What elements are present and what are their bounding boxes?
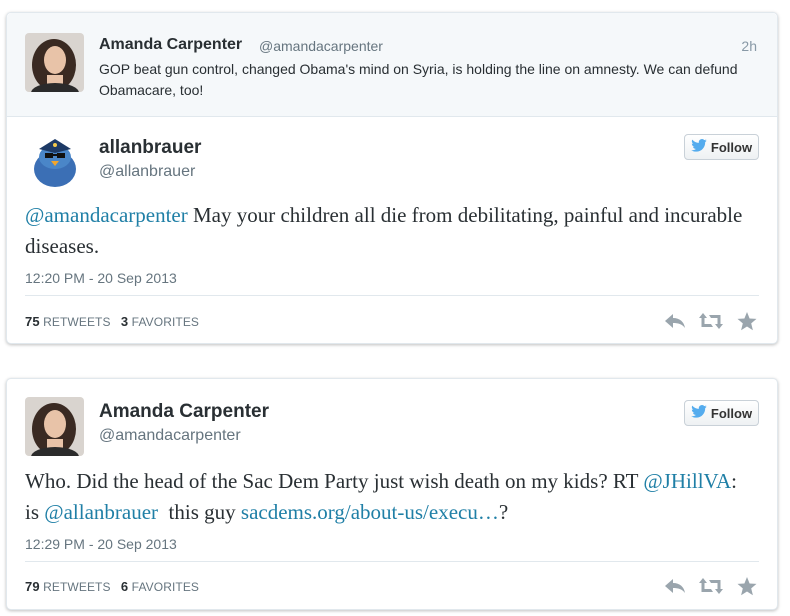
parent-author-name[interactable]: Amanda Carpenter [99, 36, 242, 54]
tweet-stats: 79 RETWEETS 6 FAVORITES [25, 579, 199, 594]
author-screen-name[interactable]: @allanbrauer [99, 163, 195, 181]
tweet-actions [663, 311, 759, 331]
reply-icon[interactable] [663, 311, 687, 331]
mention-jhillva[interactable]: @JHillVA [643, 469, 731, 493]
retweet-icon[interactable] [699, 576, 723, 596]
tweet-card-amandacarpenter: Amanda Carpenter @amandacarpenter Follow… [6, 378, 778, 610]
mention-amandacarpenter[interactable]: @amandacarpenter [25, 203, 188, 227]
tweet-timestamp[interactable]: 12:29 PM - 20 Sep 2013 [25, 536, 177, 552]
parent-tweet-text: GOP beat gun control, changed Obama's mi… [99, 61, 738, 98]
tweet-stats: 75 RETWEETS 3 FAVORITES [25, 314, 199, 329]
author-display-name[interactable]: Amanda Carpenter [99, 401, 269, 423]
author-display-name[interactable]: allanbrauer [99, 137, 201, 159]
retweet-icon[interactable] [699, 311, 723, 331]
url-link[interactable]: sacdems.org/about-us/execu… [241, 500, 499, 524]
tweet-text-part: ? [498, 500, 509, 524]
follow-button[interactable]: Follow [684, 400, 759, 426]
star-icon[interactable] [735, 311, 759, 331]
tweet-timestamp[interactable]: 12:20 PM - 20 Sep 2013 [25, 270, 177, 286]
tweet-text-part: this guy [158, 500, 241, 524]
twitter-bird-icon [691, 139, 707, 155]
parent-author-handle[interactable]: @amandacarpenter [259, 38, 383, 54]
tweet-card-allanbrauer: Amanda Carpenter @amandacarpenter 2h GOP… [6, 12, 778, 344]
avatar-amanda-carpenter[interactable] [25, 33, 84, 92]
star-icon[interactable] [735, 576, 759, 596]
reply-icon[interactable] [663, 576, 687, 596]
parent-tweet-time[interactable]: 2h [741, 38, 757, 54]
favorites-stat[interactable]: 3 FAVORITES [121, 314, 199, 329]
twitter-bird-icon [691, 405, 707, 421]
avatar-allanbrauer[interactable] [25, 131, 84, 190]
tweet-actions [663, 576, 759, 596]
follow-button[interactable]: Follow [684, 134, 759, 160]
mention-allanbrauer[interactable]: @allanbrauer [44, 500, 158, 524]
retweets-stat[interactable]: 75 RETWEETS [25, 314, 111, 329]
follow-label: Follow [710, 139, 753, 155]
avatar-amanda-carpenter[interactable] [25, 397, 84, 456]
follow-label: Follow [710, 405, 753, 421]
divider [25, 561, 759, 562]
parent-tweet[interactable]: Amanda Carpenter @amandacarpenter 2h GOP… [7, 13, 777, 117]
favorites-stat[interactable]: 6 FAVORITES [121, 579, 199, 594]
retweets-stat[interactable]: 79 RETWEETS [25, 579, 111, 594]
divider [25, 295, 759, 296]
tweet-text: @amandacarpenter May your children all d… [25, 200, 755, 262]
tweet-text-part: Who. Did the head of the Sac Dem Party j… [25, 469, 644, 493]
tweet-text: Who. Did the head of the Sac Dem Party j… [25, 466, 755, 528]
author-screen-name[interactable]: @amandacarpenter [99, 427, 241, 445]
